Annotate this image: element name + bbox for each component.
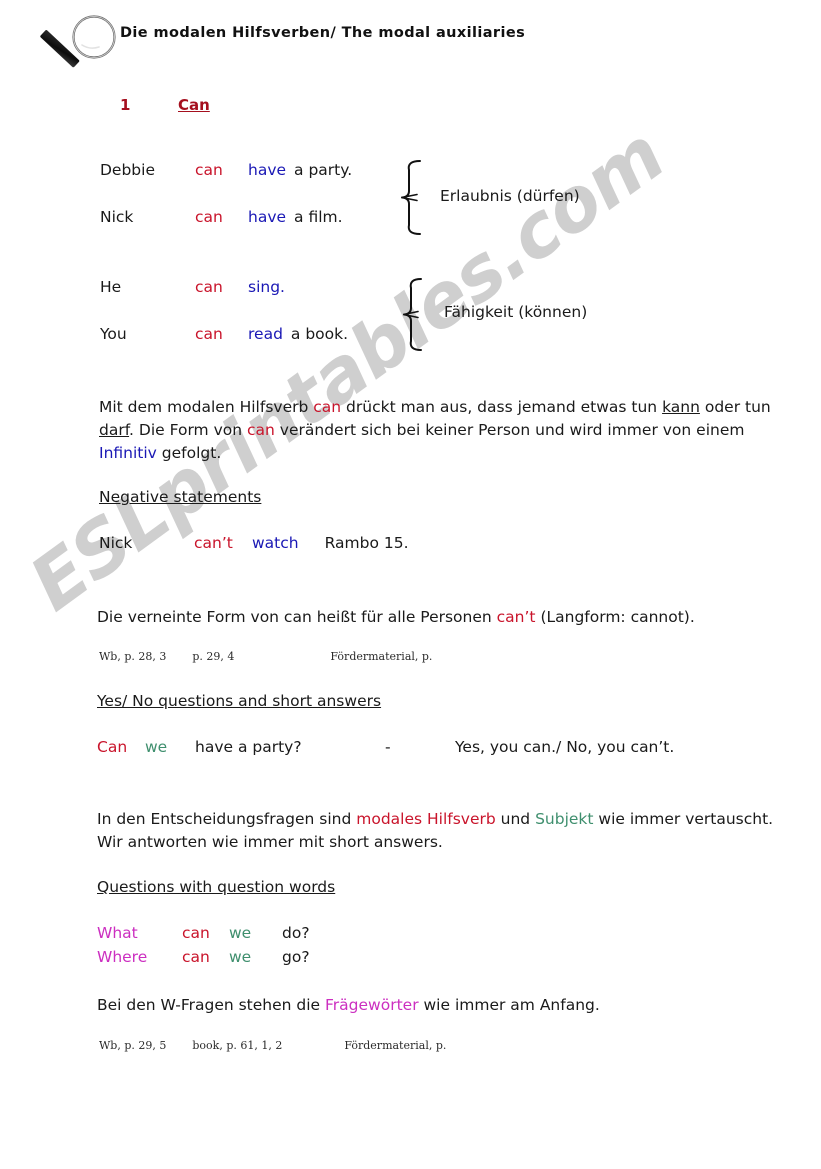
explanation-text: und (495, 810, 536, 828)
inline-subject: Subjekt (535, 810, 594, 828)
explanation-yesno: In den Entscheidungsfragen sind modales … (97, 808, 797, 854)
yesno-answers: Yes, you can./ No, you can’t. (455, 738, 675, 756)
qword-verb: go? (282, 948, 310, 966)
inline-modal-auxiliary: modales Hilfsverb (356, 810, 496, 828)
heading-question-words: Questions with question words (97, 878, 336, 896)
inline-infinitiv: Infinitiv (99, 443, 157, 462)
yesno-dash: - (385, 738, 391, 756)
explanation-text: Die verneinte Form von can heißt für all… (97, 608, 497, 626)
yesno-subject: we (145, 738, 168, 756)
brace-permission (400, 158, 436, 240)
yesno-example-row: Can we have a party? - Yes, you can./ No, yo… (97, 738, 674, 756)
negative-verb: watch (252, 534, 299, 552)
negative-subject: Nick (99, 534, 133, 552)
qword-example-row: Where can we go? (97, 948, 310, 966)
reference-item: Wb, p. 29, 5 (99, 1039, 167, 1052)
explanation-text: . Die Form von (129, 420, 247, 439)
example-modal: can (195, 161, 223, 179)
example-modal: can (195, 278, 223, 296)
example-subject: Debbie (100, 161, 155, 179)
explanation-text: Bei den W-Fragen stehen die (97, 996, 326, 1014)
example-rest: a party. (294, 161, 353, 179)
explanation-text: In den Entscheidungsfragen sind (97, 810, 357, 828)
example-row: You can read a book. (100, 325, 349, 343)
brace-ability (402, 276, 438, 356)
reference-line-qwords: Wb, p. 29, 5 book, p. 61, 1, 2 Fördermater… (99, 1039, 446, 1052)
question-word: What (97, 924, 138, 942)
example-row: He can sing. (100, 278, 285, 296)
explanation-text: wie immer am Anfang. (418, 996, 600, 1014)
example-row: Nick can have a film. (100, 208, 343, 226)
explanation-negative: Die verneinte Form von can heißt für all… (97, 606, 777, 629)
inline-cant: can’t (496, 608, 536, 626)
example-row: Debbie can have a party. (100, 161, 353, 179)
question-word: Where (97, 948, 148, 966)
explanation-qwords: Bei den W-Fragen stehen die Frägewörter … (97, 994, 797, 1017)
reference-item: book, p. 61, 1, 2 (192, 1039, 283, 1052)
example-modal: can (195, 325, 223, 343)
explanation-text: Mit dem modalen Hilfsverb (99, 398, 314, 416)
reference-item: Wb, p. 28, 3 (99, 650, 167, 663)
reference-item: Fördermaterial, p. (344, 1039, 447, 1052)
example-subject: Nick (100, 208, 134, 226)
explanation-text: drückt man aus, dass jemand etwas tun (341, 398, 663, 416)
reference-item: p. 29, 4 (192, 650, 235, 663)
brace-label-permission: Erlaubnis (dürfen) (440, 187, 580, 205)
inline-can: can (313, 398, 342, 416)
page-title: Die modalen Hilfsverben/ The modal auxil… (120, 25, 526, 41)
example-rest: a film. (294, 208, 343, 226)
example-verb: have (248, 208, 287, 226)
inline-kann: kann (662, 398, 700, 416)
qword-verb: do? (282, 924, 310, 942)
reference-line-negative: Wb, p. 28, 3 p. 29, 4 Fördermaterial, p. (99, 650, 432, 663)
example-subject: You (100, 325, 127, 343)
negative-modal: can’t (194, 534, 233, 552)
qword-subject: we (229, 924, 252, 942)
example-verb: read (248, 325, 283, 343)
negative-rest: Rambo 15. (324, 534, 409, 552)
example-verb: have (248, 161, 287, 179)
yesno-rest: have a party? (195, 738, 302, 756)
inline-question-words: Frägewörter (325, 996, 419, 1014)
example-verb: sing. (248, 278, 285, 296)
qword-modal: can (182, 948, 210, 966)
qword-modal: can (182, 924, 210, 942)
example-modal: can (195, 208, 223, 226)
explanation-text: oder tun (699, 398, 771, 416)
inline-darf: darf (99, 420, 130, 439)
section-heading: 1 Can (120, 96, 210, 114)
section-name: Can (178, 96, 210, 114)
yesno-modal: Can (97, 738, 128, 756)
heading-yesno-questions: Yes/ No questions and short answers (97, 692, 382, 710)
inline-can: can (247, 420, 275, 439)
section-number: 1 (120, 96, 131, 114)
heading-negative-statements: Negative statements (99, 488, 262, 506)
magnifying-glass-icon (30, 12, 130, 90)
example-subject: He (100, 278, 122, 296)
negative-example-row: Nick can’t watch Rambo 15. (99, 534, 409, 552)
qword-example-row: What can we do? (97, 924, 310, 942)
brace-label-ability: Fähigkeit (können) (444, 303, 588, 321)
explanation-text: (Langform: cannot). (535, 608, 695, 626)
qword-subject: we (229, 948, 252, 966)
explanation-text: gefolgt. (156, 443, 222, 462)
explanation-text: verändert sich bei keiner Person und wir… (274, 420, 745, 439)
reference-item: Fördermaterial, p. (330, 650, 433, 663)
explanation-can: Mit dem modalen Hilfsverb can drückt man… (99, 396, 771, 464)
example-rest: a book. (290, 325, 349, 343)
worksheet-page: ESLprintables.com Die modalen Hilfsverbe… (0, 0, 821, 1169)
